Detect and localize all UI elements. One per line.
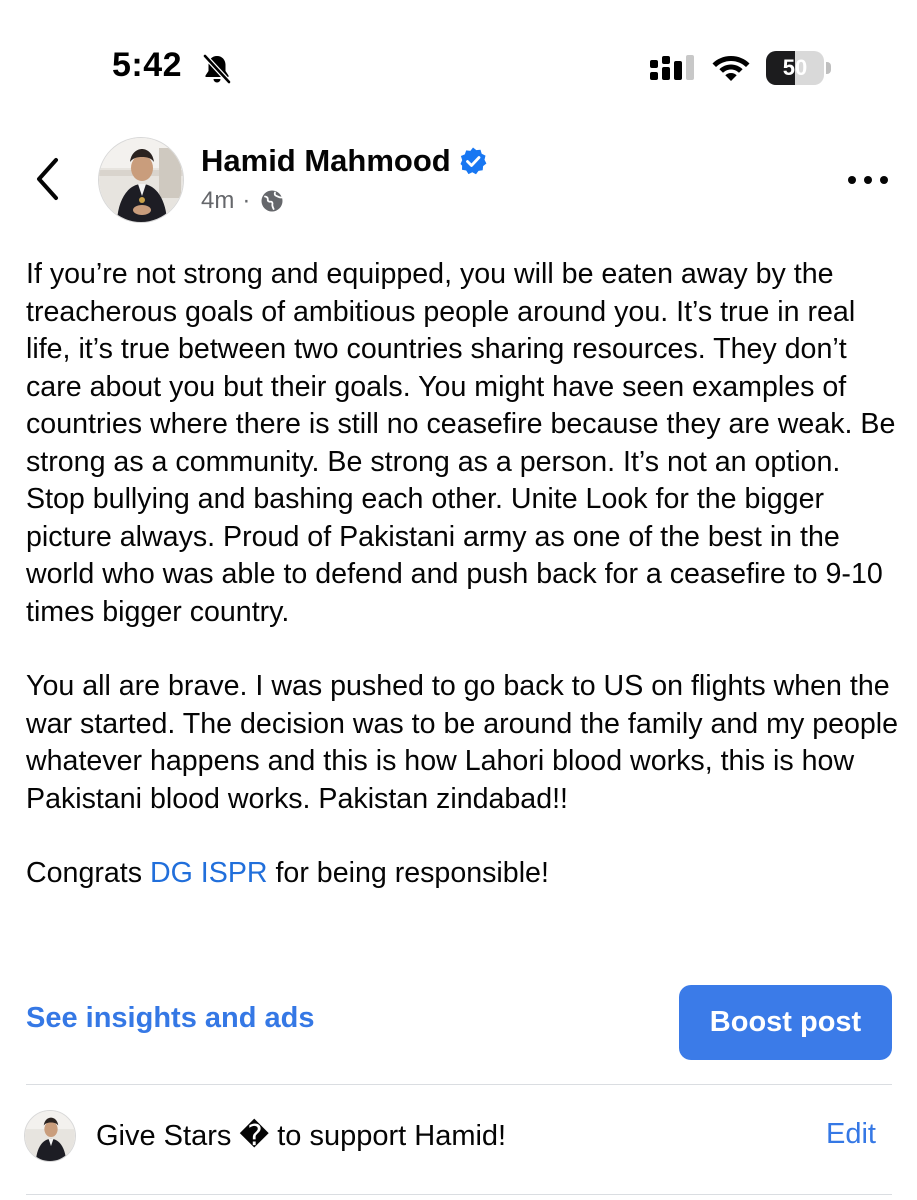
status-bar: 5:42 50 [0, 0, 917, 120]
battery-icon: 50 [766, 51, 832, 85]
post-paragraph: If you’re not strong and equipped, you w… [26, 258, 896, 628]
boost-post-button[interactable]: Boost post [679, 985, 892, 1060]
post-timestamp[interactable]: 4m [201, 187, 234, 215]
battery-level: 50 [782, 55, 808, 80]
author-name[interactable]: Hamid Mahmood [201, 143, 451, 179]
post-paragraph: You all are brave. I was pushed to go ba… [26, 670, 899, 815]
divider [26, 1194, 892, 1195]
more-button[interactable] [840, 160, 896, 200]
battery-body: 50 [766, 51, 824, 85]
edit-stars-link[interactable]: Edit [826, 1118, 876, 1151]
give-stars-text: Give Stars � to support Hamid! [96, 1120, 507, 1152]
globe-icon [261, 190, 283, 212]
congrats-paragraph: Congrats DG ISPR for being responsible! [26, 855, 901, 893]
more-horizontal-icon [848, 176, 888, 184]
verified-badge-icon [460, 147, 487, 175]
post-body: If you’re not strong and equipped, you w… [26, 256, 901, 930]
battery-cap [826, 62, 831, 74]
avatar[interactable] [98, 137, 184, 223]
back-button[interactable] [28, 152, 70, 206]
congrats-prefix: Congrats [26, 857, 150, 889]
mention-link[interactable]: DG ISPR [150, 857, 268, 889]
congrats-suffix: for being responsible! [267, 857, 549, 889]
see-insights-link[interactable]: See insights and ads [26, 1002, 314, 1035]
avatar-image [99, 138, 183, 222]
stars-row: Give Stars � to support Hamid! Edit [0, 1098, 917, 1178]
divider [26, 1084, 892, 1085]
bell-off-icon [203, 54, 231, 84]
avatar-image [25, 1111, 75, 1161]
meta-separator: · [242, 187, 251, 214]
signal-icon [650, 55, 694, 80]
chevron-left-icon [37, 158, 58, 200]
post-meta: 4m · [201, 186, 284, 216]
user-avatar [24, 1110, 76, 1162]
status-time: 5:42 [112, 46, 183, 84]
wifi-icon [712, 56, 750, 81]
